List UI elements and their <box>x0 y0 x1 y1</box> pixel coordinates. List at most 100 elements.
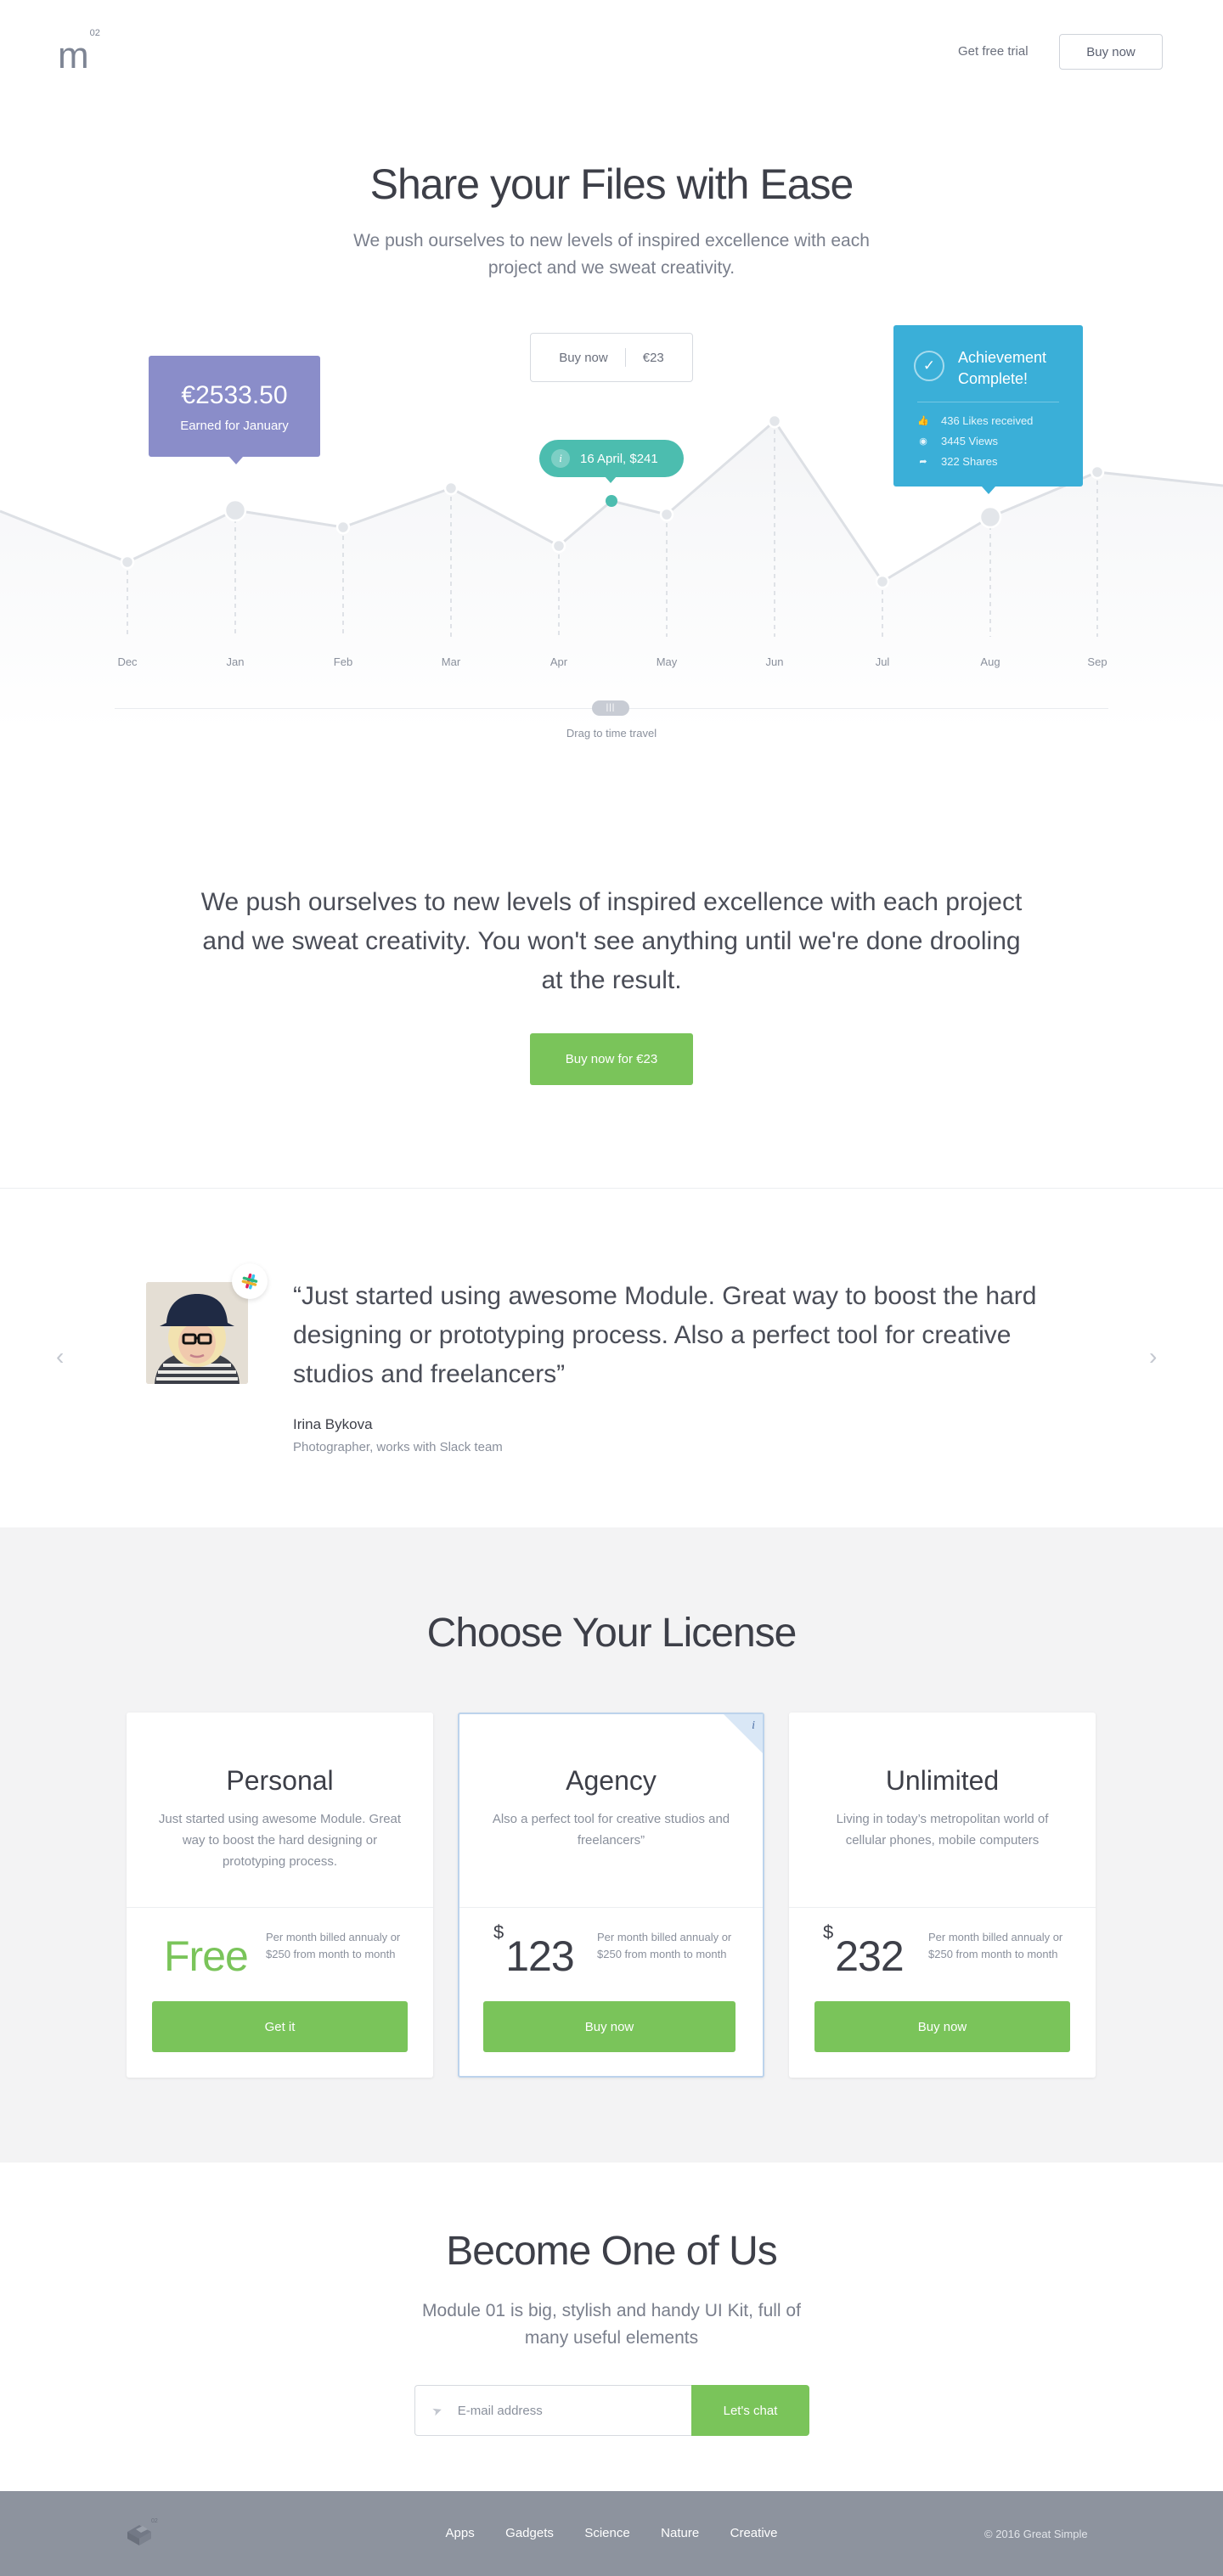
pricing-title: Choose Your License <box>426 1611 797 1656</box>
get-it-button[interactable]: Get it <box>152 2001 408 2052</box>
testimonial-role: Photographer, works with Slack team <box>293 1440 503 1454</box>
timeline-caption: Drag to time travel <box>566 727 657 740</box>
avatar <box>146 1282 248 1384</box>
stat-likes: 👍 436 Likes received <box>917 411 1059 431</box>
send-icon: ➤ <box>430 2402 444 2419</box>
month-label: Dec <box>117 655 138 668</box>
featured-corner <box>724 1714 763 1753</box>
share-icon: ➦ <box>919 457 927 467</box>
svg-text:02: 02 <box>151 2518 158 2524</box>
email-field-wrapper: ➤ <box>414 2385 691 2436</box>
plan-price: $232 <box>823 1921 905 1981</box>
info-icon: i <box>551 449 570 468</box>
carousel-next-arrow[interactable]: › <box>1149 1343 1157 1370</box>
copyright: © 2016 Great Simple <box>984 2528 1088 2540</box>
month-label: Jan <box>226 655 245 668</box>
divider <box>459 1907 763 1908</box>
month-label: Feb <box>333 655 353 668</box>
testimonial-author: Irina Bykova <box>293 1416 373 1432</box>
buy-now-button[interactable]: Buy now <box>483 2001 735 2052</box>
month-label: Jun <box>765 655 784 668</box>
chart-point <box>223 498 247 522</box>
plan-name: Unlimited <box>885 1765 1000 1796</box>
month-label: Sep <box>1087 655 1107 668</box>
plan-name: Personal <box>226 1765 334 1796</box>
plan-billing: Per month billed annualy or $250 from mo… <box>597 1931 732 1960</box>
lets-chat-button[interactable]: Let's chat <box>691 2385 809 2436</box>
achievement-card: ✓ Achievement Complete! 👍 436 Likes recei… <box>893 325 1083 494</box>
header-buy-button[interactable]: Buy now <box>1059 34 1163 70</box>
buy-now-button[interactable]: Buy now for €23 <box>530 1033 693 1085</box>
plan-price: $123 <box>493 1921 575 1981</box>
chart-point <box>659 507 674 522</box>
timeline-drag-handle[interactable]: ||| <box>592 700 629 716</box>
logo-superscript: 02 <box>89 28 100 39</box>
month-label: May <box>656 655 678 668</box>
carousel-prev-arrow[interactable]: ‹ <box>56 1343 64 1370</box>
chart-point-active <box>606 495 617 507</box>
currency-symbol: $ <box>823 1921 834 1943</box>
logo-mark: m <box>58 35 89 76</box>
avatar-photo <box>146 1282 248 1384</box>
stat-text: 322 Shares <box>941 455 998 468</box>
footer-link-gadgets[interactable]: Gadgets <box>505 2526 554 2540</box>
plan-card-agency: i Agency Also a perfect tool for creativ… <box>458 1713 764 2078</box>
chart-point <box>120 554 135 570</box>
plan-description: Living in today’s metropolitan world of … <box>836 1812 1049 1848</box>
earnings-card: €2533.50 Earned for January <box>149 356 320 464</box>
plan-price-value: 232 <box>835 1932 904 1980</box>
stat-text: 3445 Views <box>941 435 998 447</box>
plan-card-unlimited: Unlimited Living in today’s metropolitan… <box>789 1713 1096 2078</box>
plan-card-personal: Personal Just started using awesome Modu… <box>127 1713 433 2078</box>
footer-link-apps[interactable]: Apps <box>446 2526 475 2540</box>
check-icon: ✓ <box>914 351 944 381</box>
info-icon[interactable]: i <box>752 1719 755 1733</box>
month-label: Aug <box>980 655 1000 668</box>
month-label: Jul <box>875 655 890 668</box>
hero-title: Share your Files with Ease <box>369 160 854 208</box>
plan-billing: Per month billed annualy or $250 from mo… <box>266 1931 401 1960</box>
hero-subtitle: We push ourselves to new levels of inspi… <box>353 231 870 278</box>
hero-buy-button[interactable]: Buy now €23 <box>530 333 693 382</box>
stat-shares: ➦ 322 Shares <box>917 452 1059 472</box>
chart-point <box>551 538 566 554</box>
earnings-caption: Earned for January <box>180 419 289 433</box>
plan-price-value: Free <box>164 1932 249 1980</box>
free-trial-link[interactable]: Get free trial <box>958 44 1029 59</box>
chart-point <box>1090 464 1105 480</box>
footer-link-nature[interactable]: Nature <box>661 2526 699 2540</box>
plan-description: Just started using awesome Module. Great… <box>158 1812 402 1869</box>
statement-text: We push ourselves to new levels of inspi… <box>200 888 1023 994</box>
plan-price-value: 123 <box>505 1932 574 1980</box>
divider <box>624 348 626 367</box>
buy-now-button[interactable]: Buy now <box>814 2001 1070 2052</box>
plan-price: Free <box>164 1932 249 1981</box>
email-field[interactable] <box>457 2403 679 2418</box>
chart-point <box>443 481 459 496</box>
month-label: Apr <box>550 655 568 668</box>
plan-name: Agency <box>566 1765 657 1796</box>
logo[interactable]: m02 <box>58 29 100 76</box>
testimonial-quote: “Just started using awesome Module. Grea… <box>293 1282 1037 1388</box>
footer-link-creative[interactable]: Creative <box>730 2526 778 2540</box>
stat-views: ◉ 3445 Views <box>917 431 1059 452</box>
divider <box>789 1907 1096 1908</box>
plan-billing: Per month billed annualy or $250 from mo… <box>928 1931 1063 1960</box>
achievement-title: Achievement Complete! <box>958 349 1047 387</box>
hero-buy-price: €23 <box>642 350 664 365</box>
footer-link-science[interactable]: Science <box>584 2526 629 2540</box>
thumbs-up-icon: 👍 <box>917 416 929 426</box>
chart-point <box>978 505 1002 529</box>
slack-logo-icon <box>232 1263 268 1299</box>
chart-point <box>335 520 351 535</box>
currency-symbol: $ <box>493 1921 504 1943</box>
date-tooltip-text: 16 April, $241 <box>580 451 658 466</box>
chart-point <box>767 413 782 429</box>
stat-text: 436 Likes received <box>941 414 1034 427</box>
section-divider <box>0 1188 1223 1189</box>
date-tooltip: i 16 April, $241 <box>539 440 684 483</box>
hero-buy-label: Buy now <box>559 350 608 365</box>
month-label: Mar <box>441 655 461 668</box>
signup-title: Become One of Us <box>446 2229 778 2274</box>
divider <box>127 1907 433 1908</box>
